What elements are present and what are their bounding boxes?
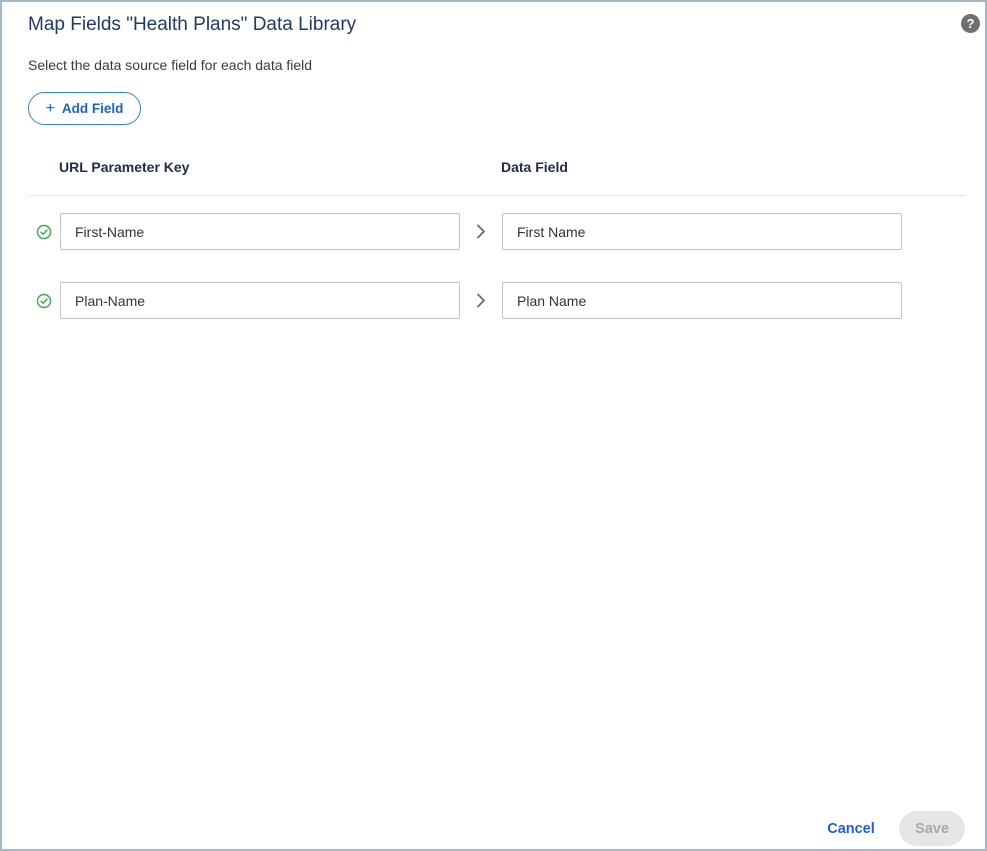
map-fields-dialog: Map Fields "Health Plans" Data Library ?… xyxy=(0,0,987,851)
check-circle-icon xyxy=(36,293,52,309)
mapping-row xyxy=(2,213,987,250)
dialog-title: Map Fields "Health Plans" Data Library xyxy=(28,14,357,35)
help-glyph: ? xyxy=(966,16,975,31)
url-parameter-key-header: URL Parameter Key xyxy=(59,159,190,175)
chevron-right-icon xyxy=(477,224,485,239)
dialog-subtitle: Select the data source field for each da… xyxy=(28,57,313,73)
add-field-label: Add Field xyxy=(61,101,124,116)
url-parameter-key-input[interactable] xyxy=(60,213,460,250)
data-field-input[interactable] xyxy=(502,282,902,319)
header-divider xyxy=(28,195,966,196)
add-field-button[interactable]: + Add Field xyxy=(28,92,141,125)
data-field-header: Data Field xyxy=(501,159,568,175)
help-icon[interactable]: ? xyxy=(961,14,980,33)
chevron-right-icon xyxy=(477,293,485,308)
url-parameter-key-input[interactable] xyxy=(60,282,460,319)
plus-icon: + xyxy=(45,99,55,117)
check-circle-icon xyxy=(36,224,52,240)
mapping-row xyxy=(2,282,987,319)
cancel-button[interactable]: Cancel xyxy=(817,811,885,846)
save-button[interactable]: Save xyxy=(899,811,965,846)
data-field-input[interactable] xyxy=(502,213,902,250)
